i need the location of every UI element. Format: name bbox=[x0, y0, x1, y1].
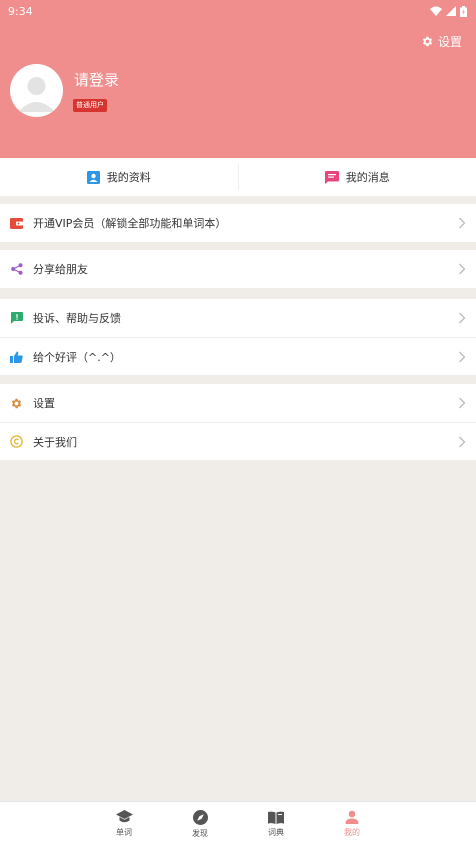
feedback-card: 投诉、帮助与反馈 给个好评（^.^） bbox=[0, 299, 476, 375]
share-row[interactable]: 分享给朋友 bbox=[0, 250, 476, 288]
about-row[interactable]: 关于我们 bbox=[0, 422, 476, 460]
header-settings-label: 设置 bbox=[437, 35, 462, 49]
graduation-cap-icon bbox=[115, 810, 133, 823]
wifi-icon bbox=[430, 6, 442, 16]
login-prompt[interactable]: 请登录 bbox=[74, 69, 119, 90]
user-level-badge: 普通用户 bbox=[73, 99, 107, 112]
rate-label: 给个好评（^.^） bbox=[33, 350, 121, 364]
tab-spacer bbox=[0, 802, 86, 846]
tab-mine[interactable]: 我的 bbox=[314, 802, 390, 846]
share-label: 分享给朋友 bbox=[33, 263, 88, 276]
tab-discover[interactable]: 发现 bbox=[162, 802, 238, 846]
tab-mine-label: 我的 bbox=[344, 828, 360, 837]
person-icon bbox=[345, 810, 359, 824]
tab-words-label: 单词 bbox=[116, 828, 132, 837]
tab-words[interactable]: 单词 bbox=[86, 802, 162, 846]
compass-icon bbox=[192, 809, 208, 825]
vip-card: 开通VIP会员（解锁全部功能和单词本） bbox=[0, 204, 476, 242]
default-avatar-icon bbox=[18, 77, 55, 112]
message-icon bbox=[324, 170, 339, 184]
my-messages-button[interactable]: 我的消息 bbox=[239, 158, 476, 196]
bottom-tab-bar: 单词 发现 词典 我的 bbox=[0, 801, 476, 846]
status-time: 9:34 bbox=[8, 4, 33, 18]
vip-row[interactable]: 开通VIP会员（解锁全部功能和单词本） bbox=[0, 204, 476, 242]
my-profile-button[interactable]: 我的资料 bbox=[0, 158, 238, 196]
avatar[interactable] bbox=[10, 64, 63, 117]
feedback-label: 投诉、帮助与反馈 bbox=[33, 312, 121, 325]
book-icon bbox=[268, 811, 284, 824]
my-messages-label: 我的消息 bbox=[345, 171, 390, 184]
contact-card-icon bbox=[86, 170, 100, 184]
my-profile-label: 我的资料 bbox=[106, 171, 151, 184]
share-card: 分享给朋友 bbox=[0, 250, 476, 288]
tab-dictionary[interactable]: 词典 bbox=[238, 802, 314, 846]
header-settings-button[interactable]: 设置 bbox=[421, 33, 462, 50]
about-label: 关于我们 bbox=[33, 435, 77, 449]
quick-actions: 我的资料 我的消息 bbox=[0, 158, 476, 196]
chevron-right-icon bbox=[459, 217, 466, 229]
chevron-right-icon bbox=[459, 312, 466, 324]
signal-icon bbox=[446, 6, 456, 16]
chevron-right-icon bbox=[459, 436, 466, 447]
settings-row[interactable]: 设置 bbox=[0, 384, 476, 422]
settings-label: 设置 bbox=[33, 397, 55, 410]
tab-discover-label: 发现 bbox=[192, 828, 208, 838]
chevron-right-icon bbox=[459, 351, 466, 362]
rate-row[interactable]: 给个好评（^.^） bbox=[0, 337, 476, 375]
thumbs-up-icon bbox=[10, 350, 23, 363]
chevron-right-icon bbox=[459, 397, 466, 409]
gear-icon bbox=[422, 36, 433, 47]
chevron-right-icon bbox=[459, 263, 466, 275]
feedback-row[interactable]: 投诉、帮助与反馈 bbox=[0, 299, 476, 337]
gear-icon bbox=[10, 397, 23, 410]
status-icons bbox=[430, 5, 467, 17]
copyright-icon bbox=[10, 435, 23, 448]
settings-card: 设置 关于我们 bbox=[0, 384, 476, 460]
status-bar: 9:34 bbox=[0, 0, 476, 22]
tab-dictionary-label: 词典 bbox=[268, 827, 284, 837]
share-icon bbox=[10, 263, 23, 276]
wallet-icon bbox=[10, 217, 23, 230]
profile-header: 9:34 设置 请登录 普通用户 bbox=[0, 0, 476, 158]
feedback-icon bbox=[10, 312, 23, 325]
battery-icon bbox=[460, 5, 467, 17]
vip-label: 开通VIP会员（解锁全部功能和单词本） bbox=[33, 217, 227, 230]
